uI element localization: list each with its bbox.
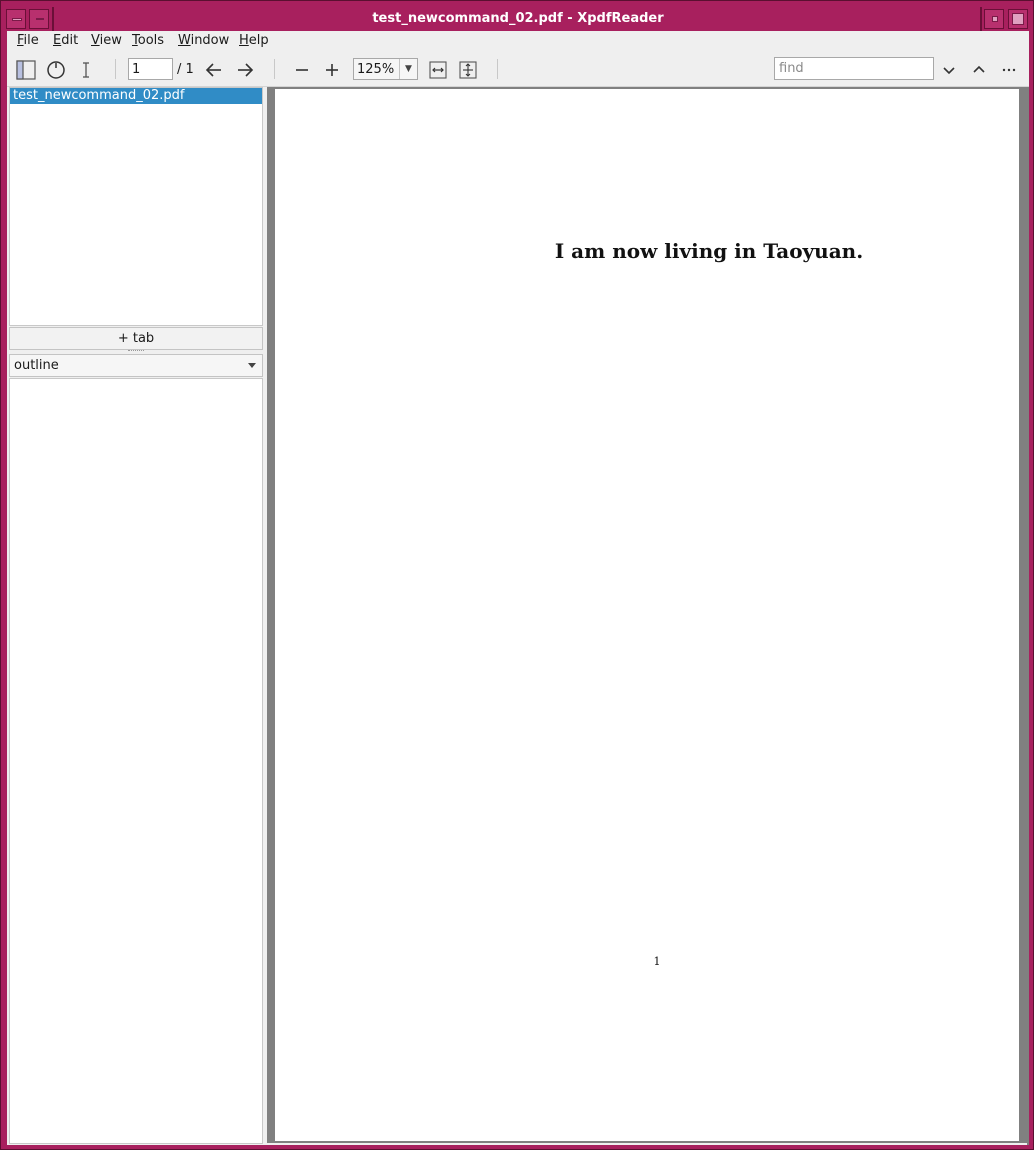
- toolbar-separator: [115, 59, 116, 79]
- page-total-label: / 1: [177, 62, 194, 77]
- text-select-button[interactable]: [75, 59, 97, 81]
- window-title: test_newcommand_02.pdf - XpdfReader: [372, 11, 664, 26]
- sidebar: test_newcommand_02.pdf + tab outline: [8, 87, 263, 1145]
- sidebar-toggle-icon: [16, 60, 36, 80]
- pan-tool-icon: [47, 61, 65, 79]
- next-page-button[interactable]: [234, 59, 256, 81]
- arrow-right-icon: [238, 63, 254, 77]
- dropdown-arrow-icon[interactable]: ▼: [399, 59, 417, 79]
- outline-panel: [9, 378, 263, 1144]
- zoom-out-button[interactable]: [291, 59, 313, 81]
- maximize-icon: [1012, 13, 1024, 25]
- page-number-input[interactable]: [128, 58, 173, 80]
- previous-page-button[interactable]: [203, 59, 225, 81]
- arrow-left-icon: [205, 63, 221, 77]
- maximize-button[interactable]: [1008, 9, 1028, 29]
- find-previous-button[interactable]: [968, 59, 990, 81]
- chevron-down-icon: [943, 67, 955, 75]
- zoom-in-icon: [326, 64, 338, 76]
- zoom-value: 125%: [357, 62, 395, 77]
- menu-view-label: iew: [99, 33, 122, 48]
- pdf-page: I am now living in Taoyuan. 1: [275, 89, 1019, 1141]
- minimize-icon: [992, 16, 998, 22]
- page-number-footer: 1: [653, 955, 661, 968]
- zoom-select[interactable]: 125% ▼: [353, 58, 418, 80]
- toolbar: / 1 125% ▼: [7, 51, 1029, 87]
- fit-page-icon: [459, 61, 477, 79]
- fit-width-button[interactable]: [427, 59, 449, 81]
- menu-edit-label: dit: [61, 33, 79, 48]
- page-heading: I am now living in Taoyuan.: [554, 239, 864, 263]
- fit-page-button[interactable]: [457, 59, 479, 81]
- menu-view-accel: V: [91, 33, 100, 48]
- sidebar-toggle-button[interactable]: [15, 59, 37, 81]
- menu-help[interactable]: Help: [239, 33, 269, 48]
- window-frame: test_newcommand_02.pdf - XpdfReader File…: [0, 0, 1034, 1150]
- text-select-icon: [83, 62, 89, 78]
- menu-view[interactable]: View: [91, 33, 122, 48]
- scrollbar-strip[interactable]: [1027, 87, 1029, 1145]
- menu-window-accel: W: [178, 33, 191, 48]
- menu-help-accel: H: [239, 33, 249, 48]
- document-view[interactable]: I am now living in Taoyuan. 1: [267, 87, 1027, 1143]
- add-tab-button[interactable]: + tab: [9, 327, 263, 350]
- more-options-button[interactable]: [998, 59, 1020, 81]
- menu-help-label: elp: [248, 33, 269, 48]
- more-icon: [1002, 68, 1016, 72]
- toolbar-separator: [274, 59, 275, 79]
- sidebar-splitter-handle[interactable]: [128, 350, 144, 353]
- panel-select[interactable]: outline: [9, 354, 263, 377]
- dropdown-arrow-icon: [248, 363, 256, 368]
- fit-width-icon: [429, 61, 447, 79]
- menu-tools[interactable]: Tools: [132, 33, 164, 48]
- panel-select-value: outline: [14, 358, 59, 373]
- zoom-in-button[interactable]: [321, 59, 343, 81]
- title-bar[interactable]: test_newcommand_02.pdf - XpdfReader: [6, 7, 1030, 31]
- find-next-button[interactable]: [938, 59, 960, 81]
- menu-edit[interactable]: Edit: [53, 33, 78, 48]
- chevron-up-icon: [973, 65, 985, 73]
- menu-file-label: ile: [23, 33, 39, 48]
- menu-window-label: indow: [190, 33, 230, 48]
- menu-file[interactable]: File: [17, 33, 39, 48]
- zoom-out-icon: [296, 69, 308, 71]
- tab-item-selected[interactable]: test_newcommand_02.pdf: [10, 88, 262, 104]
- toolbar-separator: [497, 59, 498, 79]
- minimize-button[interactable]: [984, 9, 1004, 29]
- menu-tools-label: ools: [137, 33, 165, 48]
- menu-window[interactable]: Window: [178, 33, 229, 48]
- app-client-area: File Edit View Tools Window Help / 1: [7, 31, 1029, 1145]
- menu-edit-accel: E: [53, 33, 62, 48]
- title-separator-right: [980, 7, 982, 31]
- tabs-list: test_newcommand_02.pdf: [9, 87, 263, 326]
- menu-bar: File Edit View Tools Window Help: [7, 31, 1029, 51]
- find-input[interactable]: [774, 57, 934, 80]
- pan-tool-button[interactable]: [45, 59, 67, 81]
